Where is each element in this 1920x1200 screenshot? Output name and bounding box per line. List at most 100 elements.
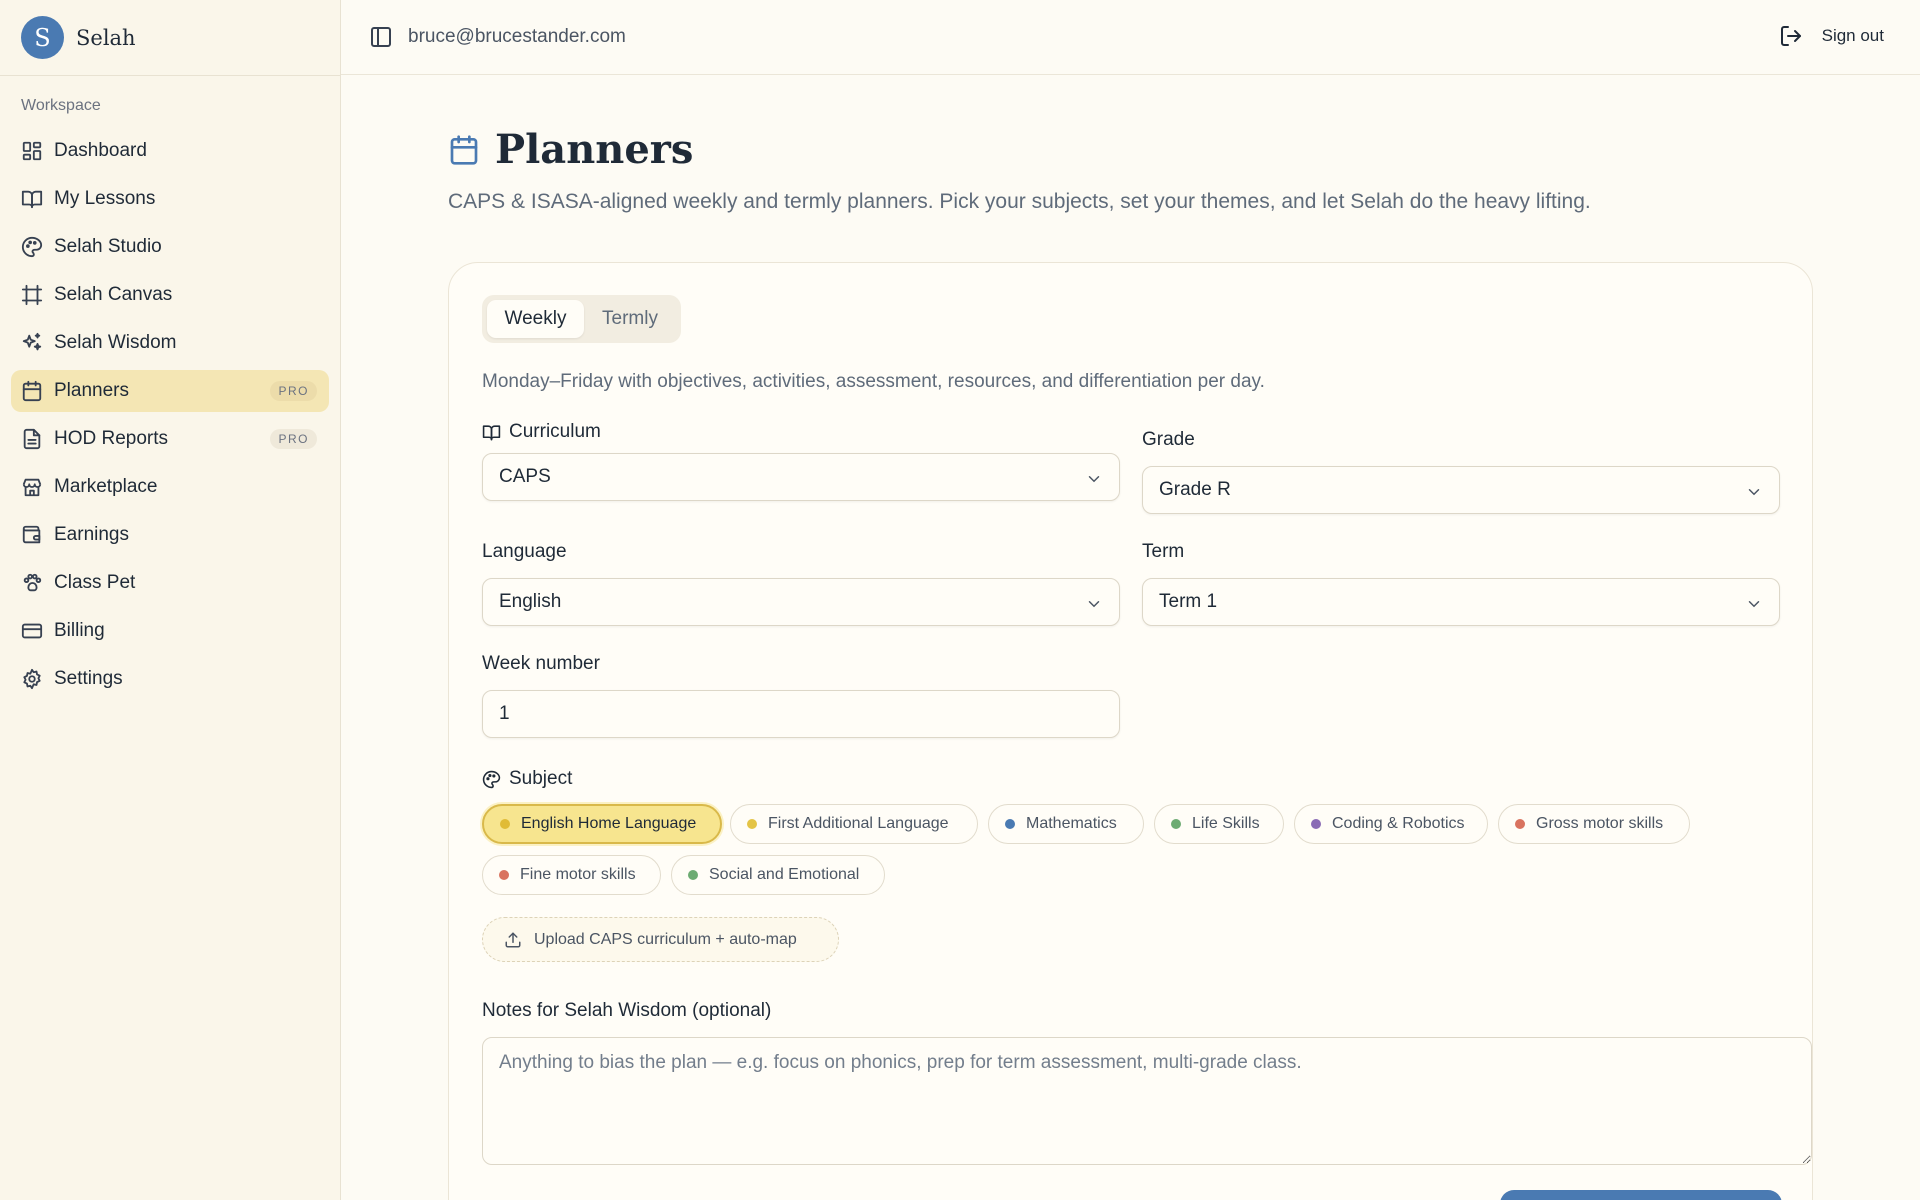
- sidebar-item-class-pet[interactable]: Class Pet: [11, 562, 329, 604]
- sidebar-item-label: Selah Wisdom: [54, 332, 177, 353]
- curriculum-label-text: Curriculum: [509, 421, 601, 442]
- notes-label: Notes for Selah Wisdom (optional): [482, 1000, 771, 1022]
- user-email: bruce@brucestander.com: [408, 26, 626, 47]
- sidebar-item-earnings[interactable]: Earnings: [11, 514, 329, 556]
- sidebar-item-billing[interactable]: Billing: [11, 610, 329, 652]
- workspace-section-label: Workspace: [21, 97, 101, 114]
- credit-card-icon: [21, 620, 43, 642]
- subject-chip-coding-robotics[interactable]: Coding & Robotics: [1294, 804, 1488, 844]
- sidebar-item-label: Dashboard: [54, 140, 147, 161]
- brand-name: Selah: [76, 25, 136, 50]
- chevron-down-icon: [1085, 595, 1103, 613]
- sidebar-item-selah-wisdom[interactable]: Selah Wisdom: [11, 322, 329, 364]
- grade-select[interactable]: Grade R: [1142, 466, 1780, 514]
- week-number-label-text: Week number: [482, 653, 600, 674]
- gear-icon: [21, 668, 43, 690]
- curriculum-select[interactable]: CAPS: [482, 453, 1120, 501]
- sidebar-item-marketplace[interactable]: Marketplace: [11, 466, 329, 508]
- book-open-icon: [482, 423, 501, 442]
- sidebar-item-hod-reports[interactable]: HOD Reports PRO: [11, 418, 329, 460]
- subject-chip-gross-motor-skills[interactable]: Gross motor skills: [1498, 804, 1690, 844]
- sign-out-button[interactable]: Sign out: [1779, 24, 1884, 48]
- page-header: Planners: [448, 126, 693, 173]
- subject-chip-fine-motor-skills[interactable]: Fine motor skills: [482, 855, 661, 895]
- week-number-value: 1: [499, 703, 510, 724]
- frame-icon: [21, 284, 43, 306]
- week-number-input[interactable]: 1: [482, 690, 1120, 738]
- sidebar-item-label: Marketplace: [54, 476, 158, 497]
- planner-type-tabs: Weekly Termly: [482, 295, 681, 343]
- subject-chip-english-home-language[interactable]: English Home Language: [482, 804, 722, 844]
- subject-chip-label: Gross motor skills: [1536, 815, 1664, 832]
- upload-curriculum-button[interactable]: Upload CAPS curriculum + auto-map: [482, 917, 839, 962]
- sidebar-item-label: Settings: [54, 668, 123, 689]
- subject-chip-social-and-emotional[interactable]: Social and Emotional: [671, 855, 885, 895]
- term-select[interactable]: Term 1: [1142, 578, 1780, 626]
- subject-chip-mathematics[interactable]: Mathematics: [988, 804, 1144, 844]
- subject-chip-label: First Additional Language: [768, 815, 949, 832]
- tab-weekly[interactable]: Weekly: [487, 300, 584, 338]
- upload-icon: [504, 931, 522, 949]
- pro-badge: PRO: [270, 381, 317, 401]
- language-label-text: Language: [482, 541, 567, 562]
- calendar-icon: [448, 134, 480, 166]
- subject-color-dot: [499, 870, 509, 880]
- subject-color-dot: [500, 819, 510, 829]
- subject-color-dot: [1171, 819, 1181, 829]
- store-icon: [21, 476, 43, 498]
- notes-textarea[interactable]: [482, 1037, 1812, 1165]
- palette-icon: [21, 236, 43, 258]
- generate-planner-button[interactable]: [1500, 1190, 1782, 1200]
- curriculum-value: CAPS: [499, 466, 551, 487]
- sidebar: S Selah Workspace Dashboard My Lessons S…: [0, 0, 341, 1200]
- dashboard-icon: [21, 140, 43, 162]
- subject-color-dot: [1005, 819, 1015, 829]
- subject-color-dot: [688, 870, 698, 880]
- sidebar-item-selah-canvas[interactable]: Selah Canvas: [11, 274, 329, 316]
- sidebar-item-label: Earnings: [54, 524, 129, 545]
- chevron-down-icon: [1745, 483, 1763, 501]
- language-select[interactable]: English: [482, 578, 1120, 626]
- sidebar-toggle-icon[interactable]: [369, 25, 393, 49]
- planner-mode-description: Monday–Friday with objectives, activitie…: [482, 371, 1265, 392]
- sidebar-item-label: Class Pet: [54, 572, 136, 593]
- sidebar-item-dashboard[interactable]: Dashboard: [11, 130, 329, 172]
- term-label-text: Term: [1142, 541, 1185, 562]
- sidebar-item-settings[interactable]: Settings: [11, 658, 329, 700]
- upload-curriculum-label: Upload CAPS curriculum + auto-map: [534, 930, 797, 948]
- sidebar-item-my-lessons[interactable]: My Lessons: [11, 178, 329, 220]
- grade-label: Grade: [1142, 429, 1195, 451]
- subject-chip-life-skills[interactable]: Life Skills: [1154, 804, 1284, 844]
- sidebar-nav: Dashboard My Lessons Selah Studio Selah …: [11, 130, 329, 706]
- file-text-icon: [21, 428, 43, 450]
- notes-label-text: Notes for Selah Wisdom (optional): [482, 1000, 772, 1021]
- book-open-icon: [21, 188, 43, 210]
- sidebar-item-label: Planners: [54, 380, 129, 401]
- subject-label-text: Subject: [509, 768, 573, 789]
- palette-icon: [482, 770, 501, 789]
- sidebar-item-selah-studio[interactable]: Selah Studio: [11, 226, 329, 268]
- paw-icon: [21, 572, 43, 594]
- topbar: bruce@brucestander.com Sign out: [341, 0, 1920, 75]
- subject-chip-label: Life Skills: [1192, 815, 1260, 832]
- sidebar-item-label: My Lessons: [54, 188, 156, 209]
- chevron-down-icon: [1085, 470, 1103, 488]
- subject-color-dot: [1311, 819, 1321, 829]
- pro-badge: PRO: [270, 429, 317, 449]
- planner-form-card: Weekly Termly Monday–Friday with objecti…: [448, 262, 1813, 1200]
- log-out-icon: [1779, 24, 1803, 48]
- wallet-icon: [21, 524, 43, 546]
- page-subtitle: CAPS & ISASA-aligned weekly and termly p…: [448, 190, 1591, 213]
- subject-chip-label: English Home Language: [521, 815, 697, 832]
- curriculum-label: Curriculum: [482, 421, 601, 443]
- sidebar-item-planners[interactable]: Planners PRO: [11, 370, 329, 412]
- language-value: English: [499, 591, 562, 612]
- brand[interactable]: S Selah: [0, 0, 340, 76]
- sparkles-icon: [21, 332, 43, 354]
- subject-chip-first-additional-language[interactable]: First Additional Language: [730, 804, 978, 844]
- subject-chip-label: Coding & Robotics: [1332, 815, 1465, 832]
- tab-termly[interactable]: Termly: [584, 300, 676, 338]
- sidebar-item-label: Billing: [54, 620, 105, 641]
- week-number-label: Week number: [482, 653, 600, 675]
- subject-chip-label: Fine motor skills: [520, 866, 636, 883]
